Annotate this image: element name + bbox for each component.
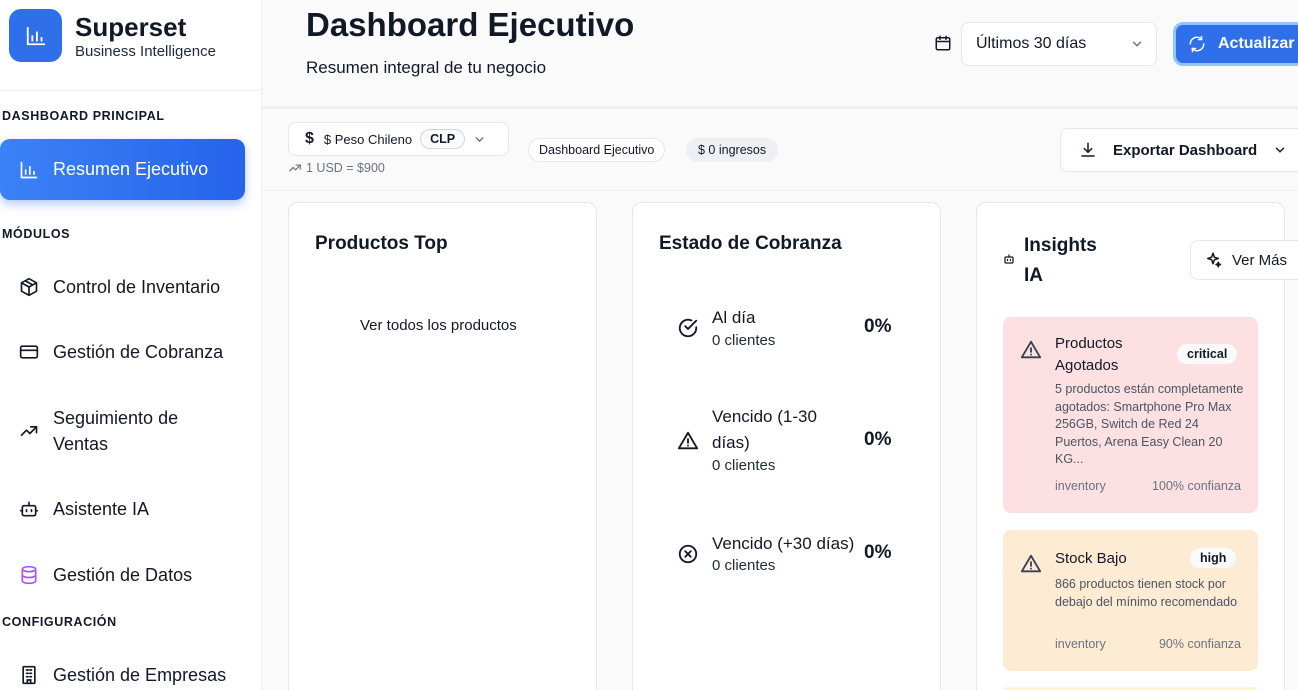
sidebar-item-ventas[interactable]: Seguimiento de Ventas [0, 404, 245, 458]
insight-confidence: 90% confianza [1158, 637, 1241, 651]
insight-category: inventory [1055, 479, 1106, 493]
trending-up-icon [18, 420, 40, 442]
sidebar-item-cobranza[interactable]: Gestión de Cobranza [0, 331, 245, 373]
sidebar-item-label: Asistente IA [53, 498, 150, 519]
bot-icon [18, 498, 40, 520]
sidebar: Superset Business Intelligence DASHBOARD… [0, 0, 262, 690]
date-range-select[interactable]: Últimos 30 días [961, 22, 1157, 66]
products-card [288, 202, 597, 690]
database-icon [18, 564, 40, 586]
sidebar-item-label: Gestión de Cobranza [53, 341, 224, 362]
check-circle-icon [677, 317, 699, 339]
status-label-line1: Vencido (1-30 [712, 407, 817, 426]
collections-card-title: Estado de Cobranza [659, 233, 842, 254]
section-label-config: CONFIGURACIÓN [2, 615, 117, 629]
trending-up-icon [288, 161, 302, 175]
calendar-icon [934, 34, 952, 57]
status-clients: 0 clientes [712, 332, 776, 349]
sidebar-item-label: Gestión de Datos [53, 564, 193, 585]
dashboard-badge: Dashboard Ejecutivo [528, 138, 666, 162]
divider [262, 190, 1298, 191]
credit-card-icon [18, 341, 40, 363]
sidebar-item-label: Control de Inventario [53, 276, 221, 297]
status-clients: 0 clientes [712, 457, 776, 474]
export-dashboard-button[interactable]: Exportar Dashboard [1060, 128, 1298, 172]
sidebar-item-datos[interactable]: Gestión de Datos [0, 554, 245, 596]
ver-mas-button[interactable]: Ver Más [1190, 240, 1298, 280]
insight-title: Productos Agotados [1055, 333, 1123, 377]
sidebar-item-inventario[interactable]: Control de Inventario [0, 266, 245, 308]
sidebar-item-label: Gestión de Empresas [53, 664, 227, 685]
page-subtitle: Resumen integral de tu negocio [306, 58, 547, 77]
warning-icon [677, 430, 699, 452]
view-all-products-link[interactable]: Ver todos los productos [360, 317, 517, 334]
income-badge: $ 0 ingresos [686, 138, 779, 162]
sidebar-item-label: Seguimiento de Ventas [53, 408, 179, 454]
status-label-line2: días) [712, 433, 750, 452]
divider [262, 106, 1298, 109]
sidebar-item-empresas[interactable]: Gestión de Empresas [0, 654, 245, 690]
download-icon [1079, 141, 1097, 159]
brand[interactable]: Superset Business Intelligence [9, 9, 216, 62]
insight-title-line1: Productos [1055, 335, 1123, 352]
logo-bar-chart-icon [9, 9, 62, 62]
status-label: Vencido (+30 días) [712, 534, 855, 553]
sidebar-item-label: Resumen Ejecutivo [53, 159, 209, 179]
insight-title-line2: Agotados [1055, 357, 1119, 374]
currency-code-badge: CLP [420, 129, 466, 149]
status-row-vencido-30: Vencido (+30 días) 0 clientes 0% [677, 531, 907, 581]
status-percent: 0% [864, 429, 892, 450]
brand-subtitle: Business Intelligence [75, 42, 216, 60]
bot-icon [1003, 253, 1015, 265]
insight-title: Stock Bajo [1055, 550, 1127, 567]
severity-badge: high [1190, 548, 1237, 568]
insight-description: 866 productos tienen stock por debajo de… [1055, 577, 1238, 609]
building-icon [18, 664, 40, 686]
status-percent: 0% [864, 542, 892, 563]
insights-card-title: Insights IA [1024, 231, 1097, 291]
refresh-label: Actualizar [1218, 35, 1295, 52]
status-label: Al día [712, 308, 756, 327]
chevron-down-icon [1130, 37, 1144, 56]
warning-icon [1020, 339, 1042, 361]
section-label-modules: MÓDULOS [2, 227, 71, 241]
page-title: Dashboard Ejecutivo [306, 6, 635, 43]
exchange-rate-text: 1 USD = $900 [306, 161, 385, 175]
package-icon [18, 276, 40, 298]
export-label: Exportar Dashboard [1113, 141, 1258, 159]
chevron-down-icon [1273, 143, 1287, 157]
insight-item-stock-bajo[interactable]: Stock Bajo high 866 productos tienen sto… [1003, 530, 1258, 671]
insights-title-line1: Insights [1024, 235, 1097, 256]
currency-name: $ Peso Chileno [323, 131, 413, 147]
status-percent: 0% [864, 316, 892, 337]
status-row-al-dia: Al día 0 clientes 0% [677, 305, 907, 355]
refresh-button[interactable]: Actualizar [1173, 22, 1298, 66]
insight-item-agotados[interactable]: Productos Agotados critical 5 productos … [1003, 317, 1258, 513]
refresh-icon [1188, 35, 1206, 53]
insight-description: 5 productos están completamente agotados… [1055, 382, 1244, 466]
bar-chart-icon [18, 159, 40, 181]
insights-title-line2: IA [1024, 265, 1043, 286]
status-row-vencido-1-30: Vencido (1-30 días) 0 clientes 0% [677, 404, 907, 479]
severity-badge: critical [1177, 344, 1238, 364]
insight-category: inventory [1055, 637, 1106, 651]
divider [0, 90, 262, 91]
currency-select[interactable]: $ $ Peso Chileno CLP [288, 122, 509, 156]
sidebar-item-resumen-ejecutivo[interactable]: Resumen Ejecutivo [0, 139, 245, 200]
ver-mas-label: Ver Más [1232, 251, 1288, 269]
brand-name: Superset [75, 11, 187, 42]
products-card-title: Productos Top [315, 233, 448, 254]
chevron-down-icon [473, 133, 486, 146]
date-range-value: Últimos 30 días [976, 35, 1087, 52]
warning-icon [1020, 553, 1042, 575]
dollar-icon: $ [305, 130, 314, 147]
x-circle-icon [677, 543, 699, 565]
sidebar-item-asistente-ia[interactable]: Asistente IA [0, 488, 245, 530]
sparkles-icon [1204, 251, 1222, 269]
insight-confidence: 100% confianza [1152, 479, 1241, 493]
section-label-main: DASHBOARD PRINCIPAL [2, 109, 165, 123]
exchange-rate: 1 USD = $900 [288, 161, 385, 175]
status-clients: 0 clientes [712, 557, 776, 574]
